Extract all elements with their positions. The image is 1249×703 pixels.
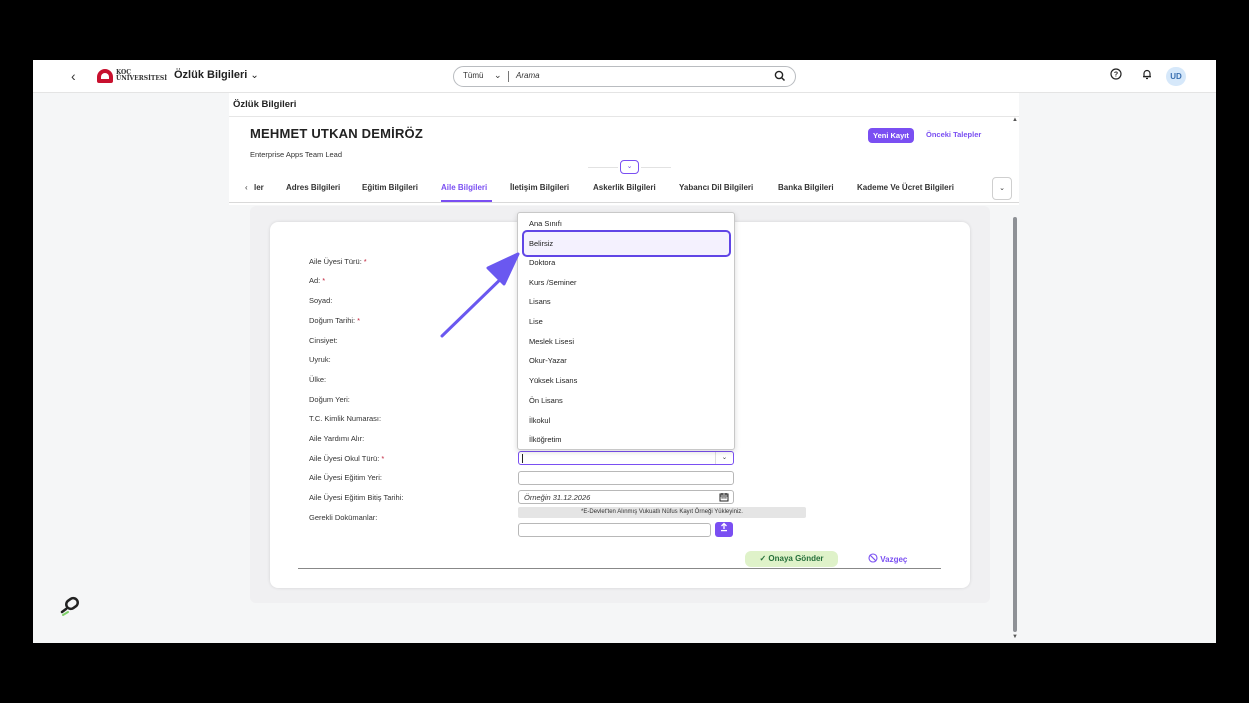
upload-button[interactable] [715,522,733,537]
app-title: Özlük Bilgileri [174,69,248,81]
new-record-button[interactable]: Yeni Kayıt [868,128,914,143]
text-caret [522,454,523,463]
tabs-overflow-button[interactable]: ⌄ [992,177,1012,200]
search-field[interactable]: Tümü ⌄ Arama [453,66,796,87]
tabs-scroll-left-icon[interactable]: ‹ [245,183,248,192]
bell-icon[interactable] [1141,68,1153,80]
cancel-label: Vazgeç [880,555,908,564]
app-title-menu[interactable]: Özlük Bilgileri ⌄ [174,69,259,81]
label-education-end-date: Aile Üyesi Eğitim Bitiş Tarihi: [309,493,404,502]
dropdown-option[interactable]: Ana Sınıfı [529,219,562,228]
svg-text:?: ? [1114,72,1118,79]
dropdown-option[interactable]: Yüksek Lisans [529,376,577,385]
search-input[interactable]: Arama [516,71,540,80]
tab-address[interactable]: Adres Bilgileri [286,183,340,192]
label-required-documents: Gerekli Dokümanlar: [309,513,378,522]
scroll-down-icon[interactable]: ▼ [1012,634,1018,640]
education-place-input[interactable] [518,471,734,485]
link-icon[interactable] [59,596,81,618]
page-title-bar: Özlük Bilgileri [229,93,1019,117]
tab-personal[interactable]: ler [254,183,264,192]
search-separator [508,71,509,82]
chevron-down-icon[interactable]: ⌄ [715,452,733,464]
tab-contact[interactable]: İletişim Bilgileri [510,183,569,192]
shell-bar: ‹ KOÇ ÜNİVERSİTESİ Özlük Bilgileri ⌄ Tümü… [33,60,1216,93]
employee-name: MEHMET UTKAN DEMİRÖZ [250,126,423,141]
label-national-id: T.C. Kimlik Numarası: [309,414,382,423]
label-gender: Cinsiyet: [309,336,338,345]
education-end-date-input[interactable]: Örneğin 31.12.2026 [518,490,734,504]
employee-role: Enterprise Apps Team Lead [250,150,343,159]
scrollbar[interactable]: ▲ ▼ [1012,117,1018,640]
label-birth-place: Doğum Yeri: [309,395,350,404]
annotation-arrow-icon [440,252,520,338]
avatar[interactable]: UD [1166,67,1186,86]
submit-for-approval-button[interactable]: ✓ Onaya Gönder [745,551,838,567]
tab-language[interactable]: Yabancı Dil Bilgileri [679,183,753,192]
submit-label: Onaya Gönder [768,554,824,563]
previous-requests-link[interactable]: Önceki Talepler [926,130,981,139]
cancel-circle-icon [868,553,878,563]
logo-mark [97,69,113,83]
label-last-name: Soyad: [309,296,333,305]
label-family-allowance: Aile Yardımı Alır: [309,434,365,443]
check-icon: ✓ [759,554,767,563]
school-type-select[interactable]: ⌄ [518,451,734,465]
search-icon[interactable] [773,69,787,83]
calendar-icon[interactable] [719,492,729,502]
label-nationality: Uyruk: [309,355,331,364]
tab-bank[interactable]: Banka Bilgileri [778,183,834,192]
label-family-member-type: Aile Üyesi Türü: * [309,257,367,266]
form-divider [298,568,941,569]
tab-education[interactable]: Eğitim Bilgileri [362,183,418,192]
app-window: ‹ KOÇ ÜNİVERSİTESİ Özlük Bilgileri ⌄ Tümü… [33,60,1216,643]
logo-text: KOÇ ÜNİVERSİTESİ [116,70,167,82]
document-upload-field[interactable] [518,523,711,537]
dropdown-option[interactable]: İlkokul [529,416,550,425]
dropdown-option[interactable]: Okur-Yazar [529,356,567,365]
school-type-dropdown: Ana Sınıfı Belirsiz Doktora Kurs /Semine… [517,212,735,450]
active-tab-indicator [441,200,492,202]
search-scope-select[interactable]: Tümü [463,71,483,80]
label-country: Ülke: [309,375,327,384]
header-divider [641,167,671,168]
upload-icon [721,522,727,532]
label-first-name: Ad: * [309,276,326,285]
scrollbar-thumb[interactable] [1013,217,1017,632]
label-birth-date: Doğum Tarihi: * [309,316,361,325]
chevron-down-icon: ⌄ [250,70,259,81]
tab-grade-salary[interactable]: Kademe Ve Ücret Bilgileri [857,183,954,192]
collapse-header-button[interactable]: ⌄ [620,160,639,174]
highlighted-option-frame [522,230,731,257]
logo-line2: ÜNİVERSİTESİ [116,75,168,82]
tab-bar: ‹ ler Adres Bilgileri Eğitim Bilgileri A… [229,175,1019,203]
company-logo[interactable]: KOÇ ÜNİVERSİTESİ [97,69,167,83]
header-divider [588,167,618,168]
cancel-button[interactable]: Vazgeç [868,553,907,564]
end-date-placeholder: Örneğin 31.12.2026 [524,493,591,502]
label-school-type: Aile Üyesi Okul Türü: * [309,454,385,463]
chevron-down-icon[interactable]: ⌄ [494,70,502,81]
dropdown-option[interactable]: İlköğretim [529,435,562,444]
documents-hint: *E-Devlet'ten Alınmış Vukuatlı Nüfus Kay… [518,507,806,518]
help-icon[interactable]: ? [1110,68,1122,80]
label-education-place: Aile Üyesi Eğitim Yeri: [309,473,382,482]
page-title: Özlük Bilgileri [233,99,297,110]
back-icon[interactable]: ‹ [71,68,76,84]
scroll-up-icon[interactable]: ▲ [1012,117,1018,123]
dropdown-option[interactable]: Ön Lisans [529,396,563,405]
tab-military[interactable]: Askerlik Bilgileri [593,183,656,192]
tab-family[interactable]: Aile Bilgileri [441,183,487,192]
